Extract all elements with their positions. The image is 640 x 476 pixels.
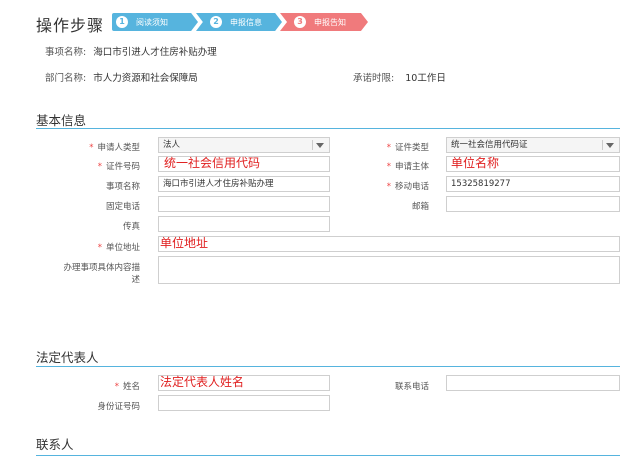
- cert-no-label: * 证件号码: [97, 162, 140, 172]
- step-declare-info[interactable]: 2 申报信息: [196, 13, 282, 31]
- email-input[interactable]: [446, 196, 620, 212]
- chevron-down-icon: [606, 143, 614, 148]
- dept-label: 部门名称:: [45, 73, 87, 84]
- phone-input[interactable]: [158, 196, 330, 212]
- dept-row: 部门名称: 市人力资源和社会保障局: [45, 70, 198, 84]
- applicant-type-select[interactable]: 法人: [158, 137, 330, 153]
- desc-label-cont: 述: [131, 275, 140, 285]
- mobile-label: * 移动电话: [386, 182, 429, 192]
- mobile-input[interactable]: 15325819277: [446, 176, 620, 192]
- contact-phone-label: 联系电话: [394, 382, 429, 392]
- step-number: 1: [116, 16, 128, 28]
- basic-info-title: 基本信息: [36, 113, 87, 128]
- desc-textarea[interactable]: [158, 256, 620, 284]
- cert-type-value: 统一社会信用代码证: [451, 140, 528, 150]
- applicant-type-label: * 申请人类型: [89, 143, 140, 153]
- section-divider: [36, 366, 620, 367]
- step-declare-notice[interactable]: 3 申报告知: [280, 13, 368, 31]
- steps-title: 操作步骤: [36, 16, 105, 35]
- cert-no-handwritten: 统一社会信用代码: [164, 156, 261, 170]
- applicant-label: * 申请主体: [386, 162, 429, 172]
- contact-title: 联系人: [36, 437, 74, 452]
- step-label: 申报信息: [230, 17, 262, 27]
- step-label: 阅读须知: [136, 17, 168, 27]
- applicant-handwritten: 单位名称: [451, 156, 500, 170]
- item-name-label: 事项名称:: [45, 47, 87, 58]
- fax-label: 传真: [122, 222, 140, 232]
- contact-phone-input[interactable]: [446, 375, 620, 391]
- legal-rep-title: 法定代表人: [36, 350, 99, 365]
- step-label: 申报告知: [314, 17, 346, 27]
- legal-name-handwritten: 法定代表人姓名: [160, 375, 245, 389]
- id-no-label: 身份证号码: [97, 402, 140, 412]
- id-no-input[interactable]: [158, 395, 330, 411]
- item-name-row: 事项名称: 海口市引进人才住房补贴办理: [45, 44, 217, 58]
- cert-type-select[interactable]: 统一社会信用代码证: [446, 137, 620, 153]
- item-name-value: 海口市引进人才住房补贴办理: [93, 47, 217, 58]
- address-handwritten: 单位地址: [160, 236, 209, 250]
- deadline-value: 10工作日: [405, 73, 446, 84]
- fax-input[interactable]: [158, 216, 330, 232]
- dept-value: 市人力资源和社会保障局: [93, 73, 198, 84]
- phone-label: 固定电话: [105, 202, 140, 212]
- section-divider: [36, 128, 620, 129]
- deadline-label: 承诺时限:: [353, 73, 395, 84]
- select-separator: [602, 140, 603, 150]
- deadline-row: 承诺时限: 10工作日: [353, 70, 446, 84]
- cert-type-label: * 证件类型: [386, 143, 429, 153]
- address-input[interactable]: [158, 236, 620, 252]
- item-value: 海口市引进人才住房补贴办理: [163, 179, 274, 189]
- item-input[interactable]: 海口市引进人才住房补贴办理: [158, 176, 330, 192]
- section-divider: [36, 455, 620, 456]
- email-label: 邮箱: [411, 202, 429, 212]
- desc-label: 办理事项具体内容描: [63, 263, 140, 273]
- step-read-notice[interactable]: 1 阅读须知: [112, 13, 198, 31]
- applicant-type-value: 法人: [163, 140, 181, 150]
- address-label: * 单位地址: [97, 243, 140, 253]
- legal-name-label: * 姓名: [114, 382, 140, 392]
- item-label: 事项名称: [105, 182, 140, 192]
- mobile-value: 15325819277: [451, 179, 511, 189]
- step-number: 3: [294, 16, 306, 28]
- step-number: 2: [210, 16, 222, 28]
